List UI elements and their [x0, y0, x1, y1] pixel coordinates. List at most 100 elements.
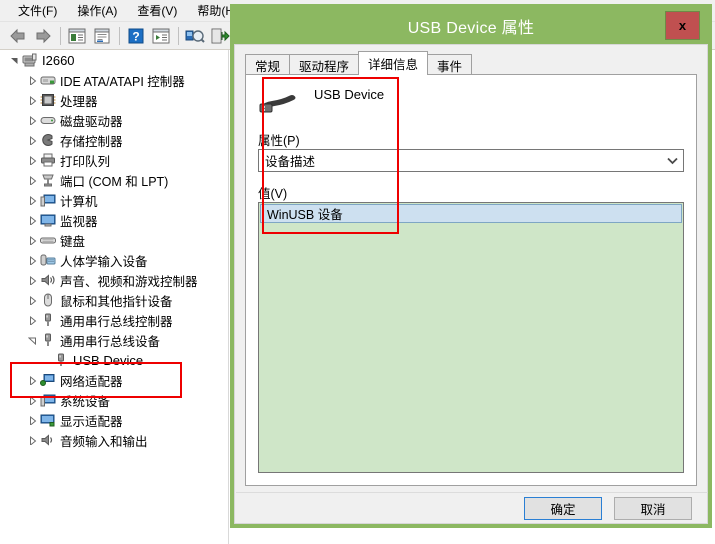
chevron-right-icon[interactable]: [26, 374, 39, 387]
chevron-right-icon[interactable]: [26, 114, 39, 127]
tree-item-label: 磁盘驱动器: [60, 114, 123, 129]
scan-hardware-changes-icon[interactable]: [183, 24, 207, 48]
tree-item-mice[interactable]: 鼠标和其他指针设备: [0, 290, 228, 310]
chevron-right-icon[interactable]: [26, 74, 39, 87]
toolbar-separator: [178, 26, 179, 45]
chevron-right-icon[interactable]: [26, 314, 39, 327]
tree-item-label: 计算机: [60, 194, 98, 209]
computer-small-icon: [39, 192, 56, 208]
device-header: USB Device: [258, 85, 498, 121]
tree-item-label: 人体学输入设备: [60, 254, 148, 269]
dialog-body: 常规 驱动程序 详细信息 事件 USB Device 属性(P) 设备描述 值(…: [234, 44, 708, 524]
tree-item-label: 音频输入和输出: [60, 434, 148, 449]
sound-icon: [39, 272, 56, 288]
system-icon: [39, 392, 56, 408]
tree-item-label: 端口 (COM 和 LPT): [60, 174, 169, 189]
usb-icon: [39, 312, 56, 328]
tree-item-label: 鼠标和其他指针设备: [60, 294, 173, 309]
tree-item-ide[interactable]: IDE ATA/ATAPI 控制器: [0, 70, 228, 90]
menu-view[interactable]: 查看(V): [127, 0, 187, 21]
tree-item-disk-drives[interactable]: 磁盘驱动器: [0, 110, 228, 130]
forward-icon[interactable]: [31, 24, 55, 48]
value-list-item[interactable]: WinUSB 设备: [260, 204, 682, 223]
tree-item-system-devices[interactable]: 系统设备: [0, 390, 228, 410]
menu-action[interactable]: 操作(A): [67, 0, 127, 21]
close-icon[interactable]: x: [665, 11, 700, 40]
tree-item-label: 监视器: [60, 214, 98, 229]
chevron-right-icon[interactable]: [26, 194, 39, 207]
menu-file[interactable]: 文件(F): [8, 0, 67, 21]
tree-item-network-adapters[interactable]: 网络适配器: [0, 370, 228, 390]
printer-icon: [39, 152, 56, 168]
dialog-footer: 确定 取消: [236, 492, 708, 524]
display-icon: [39, 412, 56, 428]
tree-item-print-queues[interactable]: 打印队列: [0, 150, 228, 170]
property-dropdown-value: 设备描述: [265, 155, 316, 169]
tab-general[interactable]: 常规: [245, 54, 291, 75]
tree-item-storage-controllers[interactable]: 存储控制器: [0, 130, 228, 150]
hid-icon: [39, 252, 56, 268]
tab-details[interactable]: 详细信息: [358, 51, 429, 75]
processor-icon: [39, 92, 56, 108]
tree-item-audio-inputs-outputs[interactable]: 音频输入和输出: [0, 430, 228, 450]
cancel-button[interactable]: 取消: [614, 497, 692, 520]
tree-item-label: USB Device: [73, 352, 144, 368]
disk-icon: [39, 112, 56, 128]
chevron-right-icon[interactable]: [26, 434, 39, 447]
details-tab-page: USB Device 属性(P) 设备描述 值(V) WinUSB 设备: [245, 74, 697, 486]
back-icon[interactable]: [6, 24, 30, 48]
uninstall-device-icon[interactable]: [208, 24, 232, 48]
chevron-right-icon[interactable]: [26, 174, 39, 187]
tree-item-usb-controllers[interactable]: 通用串行总线控制器: [0, 310, 228, 330]
tree-item-sound-video-game[interactable]: 声音、视频和游戏控制器: [0, 270, 228, 290]
tree-root-node[interactable]: I2660: [0, 50, 228, 70]
tree-item-label: 存储控制器: [60, 134, 123, 149]
chevron-down-icon[interactable]: [661, 157, 683, 165]
port-icon: [39, 172, 56, 188]
tree-item-display-adapters[interactable]: 显示适配器: [0, 410, 228, 430]
show-hidden-devices-icon[interactable]: [65, 24, 89, 48]
keyboard-icon: [39, 232, 56, 248]
footer-divider: [236, 492, 708, 493]
tree-item-monitors[interactable]: 监视器: [0, 210, 228, 230]
chevron-right-icon[interactable]: [26, 414, 39, 427]
audio-icon: [39, 432, 56, 448]
update-driver-icon[interactable]: [149, 24, 173, 48]
help-icon[interactable]: ?: [124, 24, 148, 48]
usb-connector-icon: [258, 93, 298, 119]
tree-item-label: 声音、视频和游戏控制器: [60, 274, 198, 289]
property-dropdown[interactable]: 设备描述: [258, 149, 684, 172]
chevron-right-icon[interactable]: [26, 254, 39, 267]
svg-text:?: ?: [132, 29, 139, 43]
tree-item-usb-device[interactable]: USB Device: [0, 350, 228, 370]
tab-driver[interactable]: 驱动程序: [289, 54, 360, 75]
chevron-right-icon[interactable]: [26, 214, 39, 227]
chevron-right-icon[interactable]: [26, 294, 39, 307]
chevron-right-icon[interactable]: [26, 94, 39, 107]
value-list[interactable]: WinUSB 设备: [258, 202, 684, 473]
tree-item-usb-devices[interactable]: 通用串行总线设备: [0, 330, 228, 350]
network-icon: [39, 372, 56, 388]
chevron-right-icon[interactable]: [26, 234, 39, 247]
chevron-right-icon[interactable]: [26, 134, 39, 147]
device-tree[interactable]: I2660 IDE ATA/ATAPI 控制器 处理器 磁盘驱动器 存储控制器 …: [0, 50, 229, 544]
usb-device-icon: [52, 352, 69, 368]
chevron-down-icon[interactable]: [8, 54, 21, 67]
tab-events[interactable]: 事件: [427, 54, 473, 75]
tree-item-label: 网络适配器: [60, 374, 123, 389]
tree-item-hid[interactable]: 人体学输入设备: [0, 250, 228, 270]
tree-item-processor[interactable]: 处理器: [0, 90, 228, 110]
tree-item-label: 通用串行总线控制器: [60, 314, 173, 329]
ok-button[interactable]: 确定: [524, 497, 602, 520]
chevron-down-icon[interactable]: [26, 334, 39, 347]
tree-item-ports[interactable]: 端口 (COM 和 LPT): [0, 170, 228, 190]
tree-root-label: I2660: [42, 52, 75, 68]
tree-item-label: IDE ATA/ATAPI 控制器: [60, 74, 185, 89]
properties-icon[interactable]: [90, 24, 114, 48]
chevron-right-icon[interactable]: [26, 274, 39, 287]
tree-item-computer[interactable]: 计算机: [0, 190, 228, 210]
chevron-right-icon[interactable]: [26, 154, 39, 167]
chevron-right-icon[interactable]: [26, 394, 39, 407]
value-label: 值(V): [258, 187, 288, 201]
tree-item-keyboards[interactable]: 键盘: [0, 230, 228, 250]
